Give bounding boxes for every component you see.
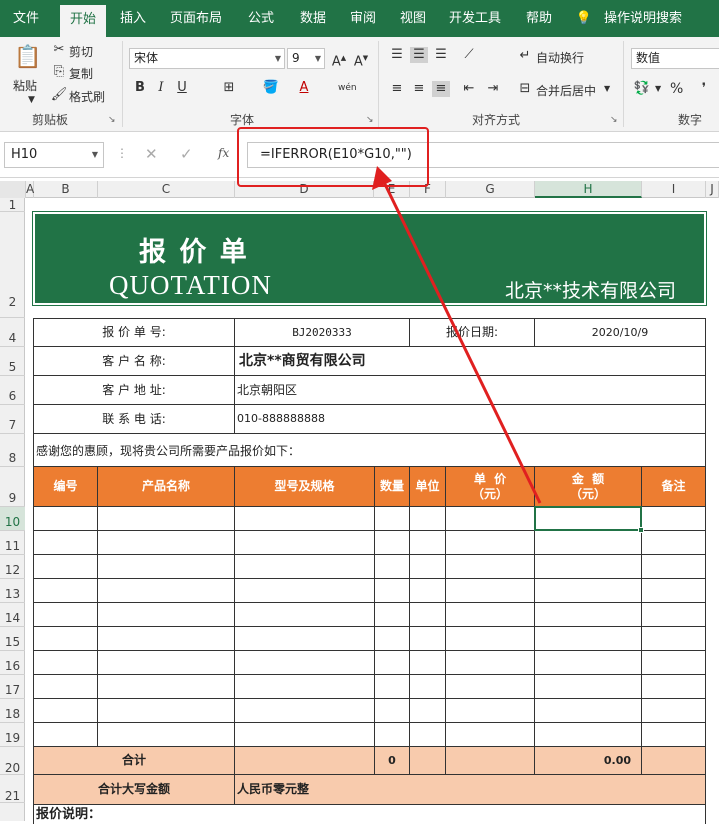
arrow-shaft bbox=[380, 177, 542, 504]
annotation-arrow bbox=[372, 166, 542, 504]
arrow-head bbox=[372, 166, 392, 190]
